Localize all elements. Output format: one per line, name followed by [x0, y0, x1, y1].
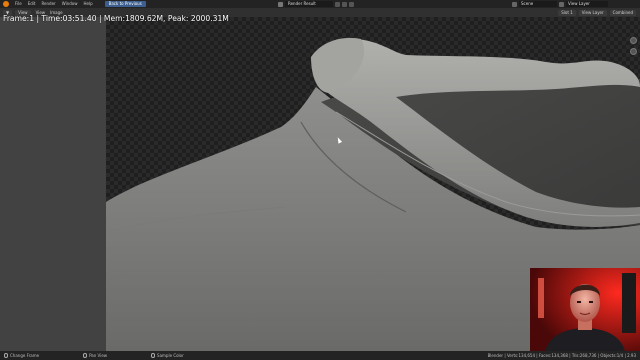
scene-selector: Scene View Layer — [512, 1, 608, 7]
zoom-icon[interactable] — [630, 37, 637, 44]
image-name-field[interactable]: Render Result — [285, 1, 333, 7]
render-slot-controls: Slot 1 View Layer Combined — [558, 9, 636, 16]
pass-dropdown[interactable]: Combined — [609, 9, 636, 16]
status-sample-color: Sample Color — [151, 353, 184, 358]
webcam-overlay — [530, 268, 640, 351]
status-change-frame-label: Change Frame — [10, 353, 40, 358]
blender-logo-icon[interactable] — [3, 1, 9, 7]
view-layer-icon[interactable] — [559, 1, 564, 7]
status-pan-view: Pan View — [83, 353, 107, 358]
mouse-middle-icon — [83, 353, 88, 358]
menu-help[interactable]: Help — [83, 0, 92, 8]
scene-name-field[interactable]: Scene — [519, 1, 557, 7]
webcam-person-image — [530, 268, 640, 351]
menu-render[interactable]: Render — [41, 0, 55, 8]
top-menu-bar: File Edit Render Window Help Back to Pre… — [0, 0, 640, 8]
scene-statistics: Blender | Verts:134,654 | Faces:134,368 … — [487, 353, 636, 358]
view-layer-field[interactable]: View Layer — [566, 1, 608, 7]
image-selector: Render Result — [278, 1, 354, 7]
fake-user-icon[interactable] — [335, 1, 340, 7]
left-empty-panel — [0, 17, 106, 351]
menu-window[interactable]: Window — [62, 0, 78, 8]
image-browse-icon[interactable] — [278, 1, 283, 7]
menu-edit[interactable]: Edit — [28, 0, 36, 8]
open-image-icon[interactable] — [349, 1, 354, 7]
layer-dropdown[interactable]: View Layer — [578, 9, 607, 16]
navigation-gizmo — [630, 37, 637, 55]
pan-hand-icon[interactable] — [630, 48, 637, 55]
status-sample-color-label: Sample Color — [157, 353, 184, 358]
new-image-icon[interactable] — [342, 1, 347, 7]
back-to-previous-button[interactable]: Back to Previous — [104, 1, 146, 7]
back-to-previous-label: Back to Previous — [108, 1, 142, 6]
mouse-right-icon — [151, 353, 156, 358]
slot-dropdown[interactable]: Slot 1 — [558, 9, 576, 16]
status-pan-view-label: Pan View — [89, 353, 108, 358]
menu-file[interactable]: File — [15, 0, 22, 8]
status-bar: Change Frame Pan View Sample Color Blend… — [0, 351, 640, 360]
status-change-frame: Change Frame — [4, 353, 39, 358]
scene-icon[interactable] — [512, 1, 517, 7]
mouse-left-icon — [4, 353, 8, 358]
render-stats-overlay: Frame:1 | Time:03:51.40 | Mem:1809.62M, … — [3, 14, 229, 23]
